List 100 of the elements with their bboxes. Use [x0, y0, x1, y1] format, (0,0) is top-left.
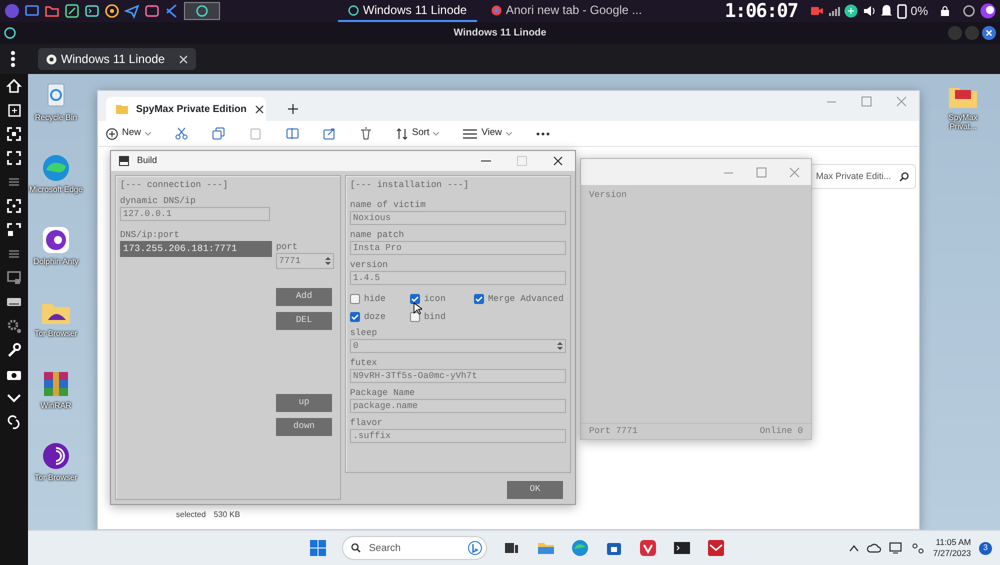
field-label: port — [276, 241, 299, 253]
scissors-icon[interactable] — [175, 127, 188, 140]
share-icon[interactable] — [323, 127, 336, 140]
input-field[interactable]: .suffix — [350, 429, 566, 443]
input-field[interactable]: 127.0.0.1 — [120, 207, 270, 221]
monitor-icon[interactable] — [889, 542, 904, 554]
app-tab[interactable]: Anori new tab - Google ... — [480, 0, 652, 22]
checkbox[interactable] — [350, 294, 360, 304]
circle-icon[interactable] — [4, 3, 20, 19]
dialog-button[interactable]: DEL — [276, 312, 332, 330]
icon-label: WinRAR — [40, 402, 72, 411]
app-icon[interactable] — [184, 2, 220, 20]
caret-icon — [433, 132, 440, 136]
folder-icon[interactable] — [44, 3, 60, 19]
field-label: DNS/ip:port — [120, 229, 180, 241]
copy-icon[interactable] — [212, 127, 226, 140]
bell-icon — [880, 4, 893, 18]
cloud-icon[interactable] — [867, 542, 882, 554]
search-icon — [899, 172, 910, 182]
group-heading: [--- connection ---] — [120, 179, 230, 191]
focus-icon[interactable] — [6, 198, 22, 214]
display-icon[interactable] — [6, 270, 22, 286]
battery-icon — [896, 3, 907, 19]
group-heading: [--- installation ---] — [350, 179, 470, 191]
add-tab-icon[interactable] — [288, 104, 298, 114]
list-item[interactable]: 173.255.206.181:7771 — [120, 241, 272, 258]
notification-badge[interactable]: 3 — [979, 542, 992, 554]
terminal-icon[interactable] — [673, 539, 691, 557]
spinner-field[interactable]: 0 — [350, 339, 566, 353]
pencil-icon[interactable] — [64, 3, 80, 19]
file-explorer-tab[interactable]: SpyMax Private Edition — [106, 97, 266, 121]
close-icon[interactable] — [254, 104, 264, 114]
trash-icon[interactable] — [360, 127, 372, 140]
input-field[interactable]: 1.4.5 — [350, 271, 566, 285]
add-window-icon[interactable] — [6, 102, 22, 118]
send-icon[interactable] — [124, 3, 140, 19]
link-icon[interactable] — [6, 414, 22, 430]
icon-label: Tor Browser — [34, 474, 78, 483]
dialog-button[interactable]: down — [276, 418, 332, 436]
dialog-button[interactable]: Add — [276, 288, 332, 306]
app-icon — [119, 156, 129, 166]
field-label: name of victim — [350, 199, 427, 211]
speaker-icon — [862, 4, 876, 18]
status-text: selected — [176, 509, 206, 521]
spinner-field[interactable]: 7771 — [276, 253, 334, 269]
focus-icon[interactable] — [6, 126, 22, 142]
field-label: futex — [350, 357, 378, 369]
taskbar-date: 7/27/2023 — [933, 548, 971, 559]
sort-arrows-icon — [396, 128, 408, 140]
icon-label: Recycle Bin — [34, 114, 78, 123]
wave-icon[interactable] — [571, 539, 589, 557]
browser-tab[interactable]: Windows 11 Linode — [38, 48, 196, 70]
checkbox-label: bind — [424, 311, 446, 323]
fullscreen-icon[interactable] — [6, 150, 22, 166]
app-icon[interactable] — [707, 539, 725, 557]
spin-arrows-icon — [325, 256, 331, 266]
checkbox[interactable] — [410, 312, 420, 322]
more-icon[interactable] — [536, 132, 550, 136]
view-button[interactable]: View — [463, 126, 512, 141]
moon-icon — [980, 3, 996, 19]
folder-icon — [116, 104, 128, 114]
lock-icon — [940, 5, 950, 17]
resize-icon[interactable] — [6, 222, 22, 238]
input-field[interactable]: package.name — [350, 399, 566, 413]
checkbox-label: hide — [364, 293, 386, 305]
v-logo-icon[interactable] — [639, 539, 657, 557]
video-icon — [810, 5, 824, 17]
clipboard-icon[interactable] — [249, 127, 262, 140]
dialog-title: Build — [137, 154, 158, 168]
field-label: dynamic DNS/ip — [120, 195, 197, 207]
search-field[interactable]: Search — [342, 536, 487, 560]
checkbox[interactable] — [474, 294, 484, 304]
close-icon[interactable] — [553, 156, 563, 166]
field-label: version — [350, 259, 389, 271]
monitor-icon[interactable] — [24, 3, 40, 19]
input-field[interactable]: Noxious — [350, 211, 566, 225]
close-button[interactable] — [982, 26, 996, 40]
input-field[interactable]: Insta Pro — [350, 241, 566, 255]
taskbar-time: 11:05 AM — [936, 537, 971, 548]
home-icon[interactable] — [6, 78, 22, 94]
new-button[interactable]: New — [106, 126, 152, 141]
signal-icon — [828, 5, 840, 17]
search-field[interactable]: Max Private Editi... — [809, 164, 916, 189]
dialog-button[interactable]: up — [276, 394, 332, 412]
wrench-icon[interactable] — [6, 342, 22, 358]
dial-icon — [4, 27, 16, 39]
port-status: Port 7771 — [589, 424, 638, 438]
search-icon — [351, 543, 361, 553]
checkbox[interactable] — [350, 312, 360, 322]
field-label: name patch — [350, 229, 406, 241]
terminal-icon[interactable] — [84, 3, 100, 19]
sort-button[interactable]: Sort — [396, 126, 440, 141]
b-logo-icon[interactable] — [468, 541, 482, 555]
input-field[interactable]: N9vRH-3Tf5s-Oa0mc-yVh7t — [350, 369, 566, 383]
ok-button[interactable]: OK — [507, 481, 563, 499]
windows-logo-icon[interactable] — [310, 540, 326, 556]
window-title: Windows 11 Linode — [454, 26, 546, 40]
checkbox[interactable] — [410, 294, 420, 304]
chevron-up-icon[interactable] — [849, 544, 860, 552]
rename-icon[interactable] — [286, 127, 300, 140]
